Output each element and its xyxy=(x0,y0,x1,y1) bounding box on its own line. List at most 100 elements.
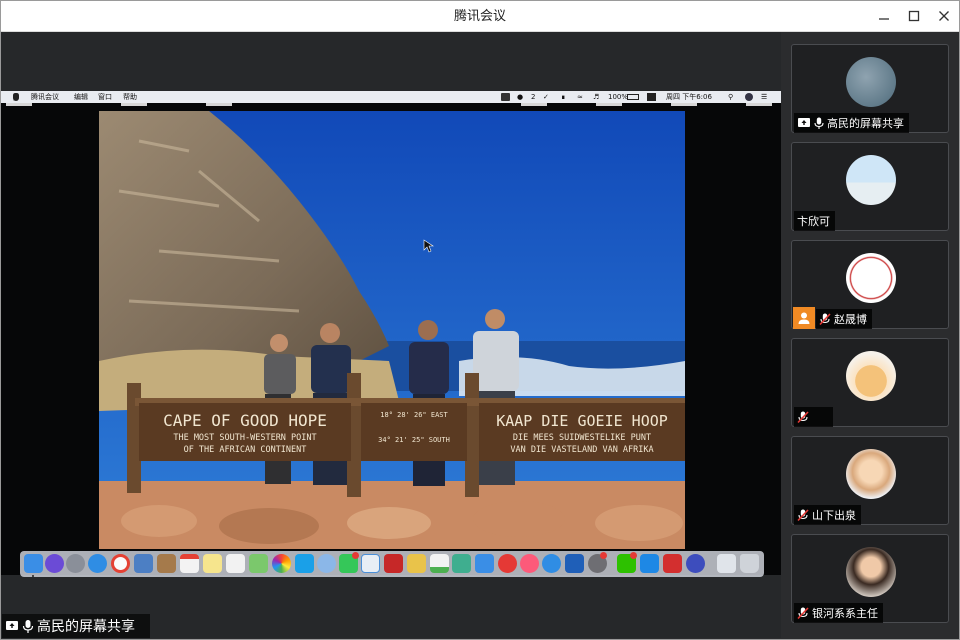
battery-icon xyxy=(627,94,639,100)
boulder xyxy=(219,508,319,544)
notification-badge xyxy=(600,552,607,559)
trash-icon xyxy=(740,554,759,573)
chrome-icon xyxy=(111,554,130,573)
desktop-strip xyxy=(596,103,622,106)
shared-mac-menubar:  腾讯会议 编辑 窗口 帮助 ● 2 ✓ ∎ ≈ ♬ 100% 周四 下午6:… xyxy=(1,91,781,103)
status-app-icon xyxy=(501,93,510,101)
avatar xyxy=(846,547,896,597)
screen-share-name: 高民的屏幕共享 xyxy=(37,619,135,635)
participant-tile[interactable]: 山下出泉 xyxy=(791,436,949,525)
participant-tile[interactable] xyxy=(791,338,949,427)
reminders-icon xyxy=(226,554,245,573)
tencent-meeting-icon xyxy=(640,554,659,573)
music-icon xyxy=(520,554,539,573)
participant-name: 高民的屏幕共享 xyxy=(827,117,904,130)
calendar-icon xyxy=(180,554,199,573)
avatar xyxy=(846,449,896,499)
participant-name: 赵晟博 xyxy=(834,313,867,326)
participant-tile[interactable]: 高民的屏幕共享 xyxy=(791,44,949,133)
microphone-muted-icon xyxy=(797,410,809,423)
sign-post xyxy=(465,373,479,497)
boulder xyxy=(473,501,565,537)
host-badge xyxy=(793,307,815,329)
downloads-folder-icon xyxy=(717,554,736,573)
participant-label: 卞欣可 xyxy=(794,211,835,231)
wechat-count: 2 xyxy=(531,93,536,101)
siri-dock-icon xyxy=(45,554,64,573)
mac-menu-window: 窗口 xyxy=(98,93,112,101)
app-store-icon xyxy=(542,554,561,573)
apple-logo-shape xyxy=(13,93,19,101)
notification-center-icon: ☰ xyxy=(761,93,768,101)
minimize-button[interactable] xyxy=(869,4,899,28)
wps-red-icon xyxy=(384,554,403,573)
close-icon xyxy=(939,11,949,21)
participant-tile[interactable]: 赵晟博 xyxy=(791,240,949,329)
shared-photo: CAPE OF GOOD HOPE THE MOST SOUTH-WESTERN… xyxy=(99,111,685,549)
participant-label: 银河系系主任 xyxy=(794,603,883,623)
desktop-strip xyxy=(746,103,772,106)
mac-clock: 周四 下午6:06 xyxy=(666,93,712,101)
screen-share-icon xyxy=(798,117,810,127)
minimize-icon xyxy=(879,18,889,20)
cape-of-good-hope-photo: CAPE OF GOOD HOPE THE MOST SOUTH-WESTERN… xyxy=(99,111,685,549)
image-app-icon xyxy=(407,554,426,573)
desktop-strip xyxy=(6,103,32,106)
boulder xyxy=(347,507,431,539)
safari-icon xyxy=(88,554,107,573)
numbers-icon xyxy=(430,554,449,573)
desktop-strip xyxy=(521,103,547,106)
close-button[interactable] xyxy=(929,4,959,28)
participant-name: 卞欣可 xyxy=(797,215,830,228)
notification-badge xyxy=(630,552,637,559)
wechat-status-icon: ● xyxy=(517,93,524,101)
sign-left-sub1: THE MOST SOUTH-WESTERN POINT xyxy=(173,433,316,443)
meeting-app-icon xyxy=(295,554,314,573)
person-icon xyxy=(798,312,810,324)
sign-right-title: KAAP DIE GOEIE HOOP xyxy=(496,412,668,430)
avatar xyxy=(846,57,896,107)
desktop-strip xyxy=(206,103,232,106)
participant-label xyxy=(794,407,833,427)
mac-menu-edit: 编辑 xyxy=(74,93,88,101)
sign-right-sub1: DIE MEES SUIDWESTELIKE PUNT xyxy=(513,433,651,443)
participant-name: 山下出泉 xyxy=(812,509,856,522)
maps-icon xyxy=(249,554,268,573)
participant-tile[interactable]: 卞欣可 xyxy=(791,142,949,231)
window-title: 腾讯会议 xyxy=(453,9,506,24)
stocks-icon xyxy=(452,554,471,573)
finder-icon xyxy=(24,554,43,573)
launchpad-icon xyxy=(66,554,85,573)
notes-icon xyxy=(203,554,222,573)
shared-mac-dock xyxy=(20,551,764,577)
avatar xyxy=(846,155,896,205)
avatar xyxy=(846,253,896,303)
battery-percent: 100% xyxy=(608,93,629,101)
mac-menu-help: 帮助 xyxy=(123,93,137,101)
wifi-icon: ≈ xyxy=(577,93,583,101)
spotlight-icon: ⚲ xyxy=(728,93,734,101)
keynote-icon xyxy=(475,554,494,573)
screen-share-icon xyxy=(6,621,18,630)
participant-label: 赵晟博 xyxy=(816,309,872,329)
avatar xyxy=(846,351,896,401)
maximize-icon xyxy=(908,10,920,22)
microphone-muted-icon xyxy=(797,508,809,521)
dock-running-dot xyxy=(32,575,34,577)
maximize-button[interactable] xyxy=(899,4,929,28)
word-icon xyxy=(565,554,584,573)
sign-left-sub2: OF THE AFRICAN CONTINENT xyxy=(184,445,307,455)
participant-label: 高民的屏幕共享 xyxy=(794,113,909,133)
photos-icon xyxy=(272,554,291,573)
input-method-icon xyxy=(647,93,656,101)
participant-label: 山下出泉 xyxy=(794,505,861,525)
volume-icon: ♬ xyxy=(593,93,600,101)
screen-share-label: 高民的屏幕共享 xyxy=(2,614,150,638)
preview-icon xyxy=(134,554,153,573)
boulder xyxy=(595,505,683,541)
sign-right-sub2: VAN DIE VASTELAND VAN AFRIKA xyxy=(510,445,653,455)
participant-tile[interactable]: 银河系系主任 xyxy=(791,534,949,623)
sign-left-title: CAPE OF GOOD HOPE xyxy=(163,411,327,430)
microphone-muted-icon xyxy=(797,606,809,619)
sign-coord-south: 34° 21' 25" SOUTH xyxy=(378,436,450,444)
